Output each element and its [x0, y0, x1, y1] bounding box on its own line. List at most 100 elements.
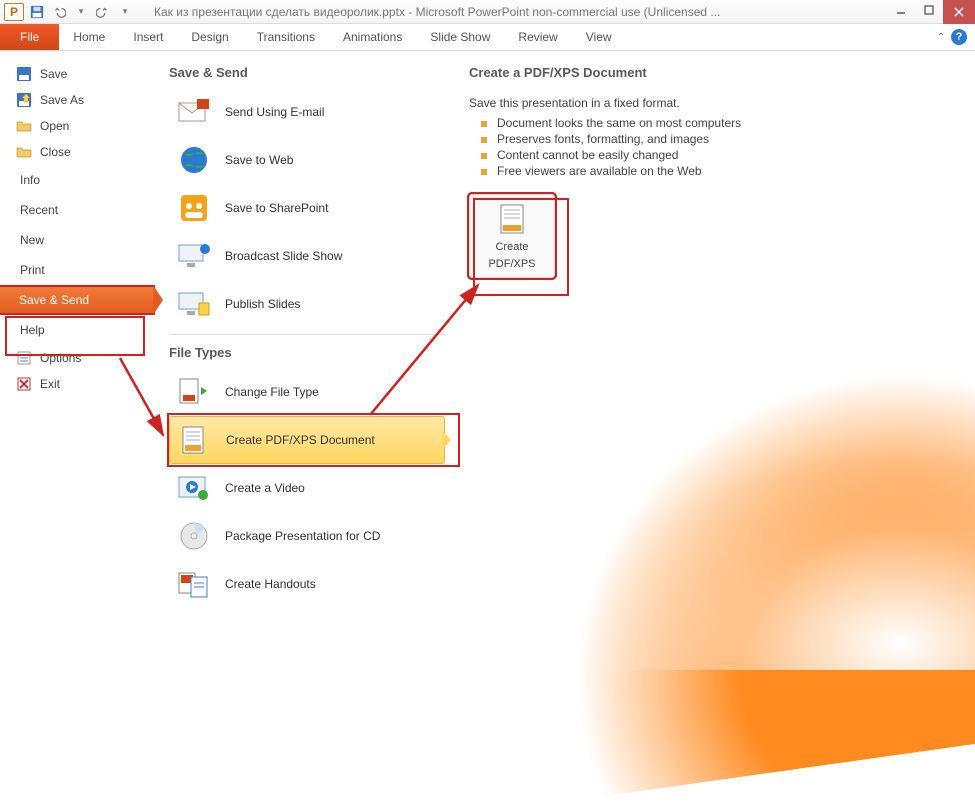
create-pdf-xps-button[interactable]: Create PDF/XPS — [469, 194, 555, 278]
details-panel: Create a PDF/XPS Document Save this pres… — [455, 51, 975, 630]
window-title: Как из презентации сделать видеоролик.pp… — [134, 5, 887, 19]
minimize-button[interactable] — [887, 0, 915, 20]
save-send-panel: Save & Send Send Using E-mail Save to We… — [155, 51, 455, 630]
item-label: Broadcast Slide Show — [225, 249, 342, 263]
details-description: Save this presentation in a fixed format… — [469, 96, 955, 110]
tab-design[interactable]: Design — [177, 24, 242, 50]
folder-close-icon — [16, 144, 32, 160]
pdf-document-icon — [494, 203, 530, 237]
undo-icon[interactable] — [50, 3, 68, 21]
tab-file[interactable]: File — [0, 24, 59, 50]
backstage-body: Save Save As Open Close Info Recent New … — [0, 51, 975, 630]
ribbon-right-controls: ⌃ ? — [937, 24, 975, 50]
sidebar-label: Save & Send — [19, 293, 89, 307]
tab-transitions[interactable]: Transitions — [243, 24, 329, 50]
sidebar-close[interactable]: Close — [0, 139, 155, 165]
tab-insert[interactable]: Insert — [119, 24, 177, 50]
sidebar-save[interactable]: Save — [0, 61, 155, 87]
bullet-item: Content cannot be easily changed — [481, 148, 955, 162]
sidebar-label: Close — [40, 145, 71, 159]
tab-review[interactable]: Review — [504, 24, 571, 50]
pdf-document-icon — [178, 423, 212, 457]
sidebar-label: New — [20, 233, 44, 247]
section-title-file-types: File Types — [169, 345, 445, 360]
sidebar-label: Save As — [40, 93, 84, 107]
globe-icon — [177, 143, 211, 177]
close-button[interactable] — [943, 0, 975, 24]
sidebar-label: Exit — [40, 377, 60, 391]
item-publish-slides[interactable]: Publish Slides — [169, 280, 445, 328]
item-save-web[interactable]: Save to Web — [169, 136, 445, 184]
details-title: Create a PDF/XPS Document — [469, 65, 955, 80]
sidebar-print[interactable]: Print — [0, 255, 155, 285]
sidebar-label: Help — [20, 323, 45, 337]
item-label: Package Presentation for CD — [225, 529, 380, 543]
tab-view[interactable]: View — [572, 24, 626, 50]
sidebar-options[interactable]: Options — [0, 345, 155, 371]
help-icon[interactable]: ? — [951, 29, 967, 45]
bullet-text: Document looks the same on most computer… — [497, 116, 741, 130]
item-broadcast[interactable]: Broadcast Slide Show — [169, 232, 445, 280]
publish-icon — [177, 287, 211, 321]
sidebar-recent[interactable]: Recent — [0, 195, 155, 225]
tab-animations[interactable]: Animations — [329, 24, 416, 50]
sidebar-save-as[interactable]: Save As — [0, 87, 155, 113]
item-save-sharepoint[interactable]: Save to SharePoint — [169, 184, 445, 232]
qat-dropdown-icon[interactable]: ▾ — [72, 3, 90, 21]
cd-icon — [177, 519, 211, 553]
title-bar: P ▾ ▾ Как из презентации сделать видеоро… — [0, 0, 975, 24]
sidebar-exit[interactable]: Exit — [0, 371, 155, 397]
item-label: Send Using E-mail — [225, 105, 324, 119]
folder-open-icon — [16, 118, 32, 134]
tab-home[interactable]: Home — [59, 24, 119, 50]
item-send-email[interactable]: Send Using E-mail — [169, 88, 445, 136]
minimize-ribbon-icon[interactable]: ⌃ — [937, 32, 945, 43]
item-package-cd[interactable]: Package Presentation for CD — [169, 512, 445, 560]
sidebar-label: Print — [20, 263, 45, 277]
bullet-text: Content cannot be easily changed — [497, 148, 678, 162]
exit-icon — [16, 376, 32, 392]
sidebar-label: Info — [20, 173, 40, 187]
backstage-sidebar: Save Save As Open Close Info Recent New … — [0, 51, 155, 630]
item-label: Create PDF/XPS Document — [226, 433, 375, 447]
item-label: Save to Web — [225, 153, 293, 167]
item-create-pdf-xps[interactable]: Create PDF/XPS Document — [169, 416, 445, 464]
change-filetype-icon — [177, 375, 211, 409]
save-as-icon — [16, 92, 32, 108]
bullet-icon — [481, 137, 487, 143]
sidebar-save-send[interactable]: Save & Send — [0, 285, 155, 315]
action-label-line2: PDF/XPS — [488, 258, 535, 271]
bullet-item: Document looks the same on most computer… — [481, 116, 955, 130]
app-icon[interactable]: P — [4, 3, 24, 21]
quick-access-toolbar: P ▾ ▾ — [0, 3, 134, 21]
item-create-handouts[interactable]: Create Handouts — [169, 560, 445, 608]
save-icon[interactable] — [28, 3, 46, 21]
qat-customize-icon[interactable]: ▾ — [116, 3, 134, 21]
redo-icon[interactable] — [94, 3, 112, 21]
tab-slideshow[interactable]: Slide Show — [416, 24, 504, 50]
bullet-text: Free viewers are available on the Web — [497, 164, 702, 178]
section-title-save-send: Save & Send — [169, 65, 445, 80]
bullet-icon — [481, 169, 487, 175]
item-change-file-type[interactable]: Change File Type — [169, 368, 445, 416]
handouts-icon — [177, 567, 211, 601]
sidebar-label: Options — [40, 351, 81, 365]
sidebar-new[interactable]: New — [0, 225, 155, 255]
item-create-video[interactable]: Create a Video — [169, 464, 445, 512]
sidebar-help[interactable]: Help — [0, 315, 155, 345]
sidebar-info[interactable]: Info — [0, 165, 155, 195]
ribbon-tabs: File Home Insert Design Transitions Anim… — [0, 24, 975, 51]
sidebar-open[interactable]: Open — [0, 113, 155, 139]
bullet-icon — [481, 153, 487, 159]
maximize-button[interactable] — [915, 0, 943, 20]
sidebar-label: Save — [40, 67, 67, 81]
action-label-line1: Create — [495, 241, 528, 254]
sidebar-label: Open — [40, 119, 69, 133]
item-label: Change File Type — [225, 385, 319, 399]
envelope-icon — [177, 95, 211, 129]
sharepoint-icon — [177, 191, 211, 225]
bullet-text: Preserves fonts, formatting, and images — [497, 132, 709, 146]
video-icon — [177, 471, 211, 505]
bullet-item: Preserves fonts, formatting, and images — [481, 132, 955, 146]
item-label: Create a Video — [225, 481, 305, 495]
